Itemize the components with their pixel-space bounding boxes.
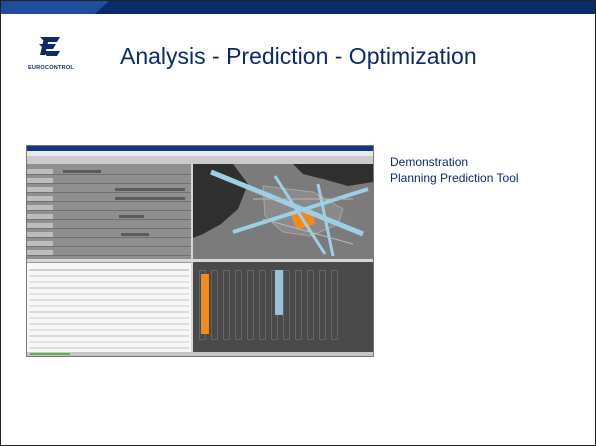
capacity-bar — [275, 270, 283, 315]
description-line-2: Planning Prediction Tool — [390, 171, 519, 185]
presentation-slide: EUROCONTROL Analysis - Prediction - Opti… — [0, 0, 596, 446]
description-line-1: Demonstration — [390, 155, 469, 169]
airspace-map[interactable] — [193, 164, 373, 259]
eurocontrol-logo: EUROCONTROL — [28, 32, 75, 80]
tool-screenshot — [26, 145, 374, 357]
logo-label: EUROCONTROL — [28, 65, 75, 71]
timeline-panel — [27, 164, 191, 259]
slide-description: Demonstration Planning Prediction Tool — [390, 154, 519, 186]
status-bar — [27, 352, 373, 356]
slide-header-band — [0, 0, 596, 14]
toolbar — [27, 156, 373, 164]
traffic-histogram — [193, 262, 373, 354]
overload-bar — [201, 274, 209, 334]
status-progress — [30, 353, 70, 355]
flight-list-table[interactable] — [27, 262, 191, 355]
eurocontrol-logo-icon — [39, 37, 60, 56]
slide-title: Analysis - Prediction - Optimization — [120, 43, 477, 69]
